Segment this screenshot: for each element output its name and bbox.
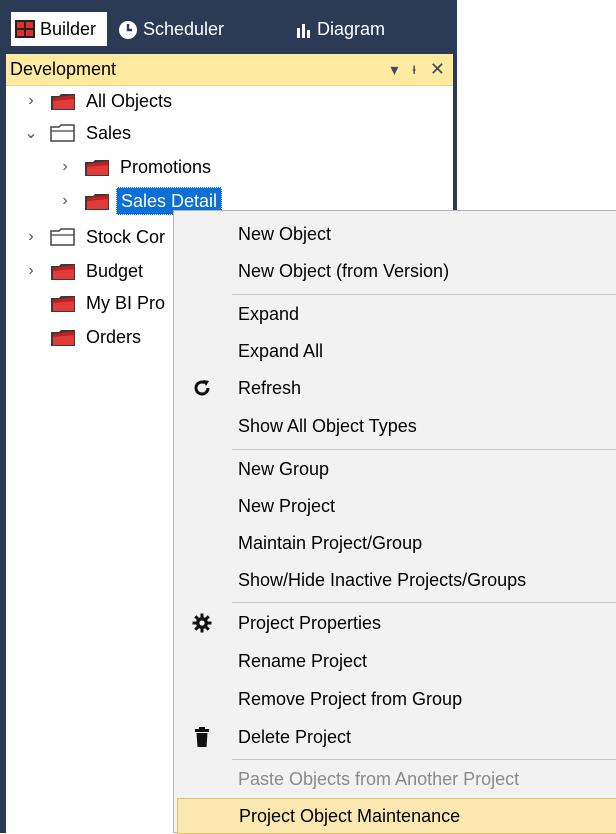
chevron-right-icon[interactable]: › (58, 192, 72, 210)
red-folder-icon (50, 293, 76, 313)
trash-icon (192, 727, 212, 747)
menu-item-project-properties[interactable]: Project Properties (174, 605, 616, 641)
red-folder-icon (50, 327, 76, 347)
pin-icon[interactable]: ᵻ (412, 61, 416, 79)
menu-separator (232, 449, 616, 450)
red-folder-icon (50, 91, 76, 111)
menu-separator (232, 602, 616, 603)
close-icon[interactable]: ✕ (430, 59, 445, 80)
tree-node-orders[interactable]: Orders (50, 322, 141, 352)
tree-node-label: Budget (86, 260, 144, 281)
tab-diagram[interactable]: Diagram (296, 13, 385, 46)
menu-item-paste-objects[interactable]: Paste Objects from Another Project (174, 761, 616, 797)
chevron-right-icon[interactable]: › (24, 228, 38, 246)
tree-node-sales[interactable]: ⌄ Sales (24, 118, 131, 148)
menu-item-rename-project[interactable]: Rename Project (174, 643, 616, 679)
menu-item-project-object-maintenance[interactable]: Project Object Maintenance (177, 798, 616, 834)
chevron-right-icon[interactable]: › (24, 262, 38, 280)
chevron-down-icon[interactable]: ⌄ (24, 123, 38, 143)
tab-label: Scheduler (143, 19, 225, 39)
bar-chart-icon (296, 22, 312, 38)
refresh-icon (192, 378, 212, 398)
pane-title: Development (10, 59, 117, 79)
menu-item-remove-project-from-group[interactable]: Remove Project from Group (174, 681, 616, 717)
menu-item-expand[interactable]: Expand (174, 296, 616, 332)
dropdown-arrow-icon[interactable]: ▾ (390, 60, 398, 80)
tree-node-promotions[interactable]: › Promotions (58, 152, 211, 182)
menu-item-show-all-object-types[interactable]: Show All Object Types (174, 408, 616, 444)
tree-node-all-objects[interactable]: › All Objects (24, 86, 172, 116)
tree-node-label: My BI Pro (86, 292, 166, 313)
tab-builder[interactable]: Builder (11, 12, 107, 46)
context-menu: New Object New Object (from Version) Exp… (173, 210, 616, 834)
red-folder-icon (50, 261, 76, 281)
menu-separator (232, 759, 616, 760)
tree-node-stock[interactable]: › Stock Cor (24, 222, 165, 252)
tree-node-label: Orders (86, 326, 142, 347)
red-folder-icon (84, 191, 110, 211)
tree-node-label: Stock Cor (86, 226, 166, 247)
chevron-right-icon[interactable]: › (58, 158, 72, 176)
red-folder-icon (84, 157, 110, 177)
pane-header: Development ▾ ᵻ ✕ (6, 54, 453, 86)
tab-label: Diagram (317, 19, 386, 39)
menu-item-maintain-project-group[interactable]: Maintain Project/Group (174, 525, 616, 561)
tab-scheduler[interactable]: Scheduler (118, 13, 224, 46)
tree-node-my-bi-project[interactable]: My BI Pro (50, 288, 165, 318)
menu-item-delete-project[interactable]: Delete Project (174, 719, 616, 755)
menu-item-new-project[interactable]: New Project (174, 488, 616, 524)
menu-item-new-object[interactable]: New Object (174, 216, 616, 252)
chevron-right-icon[interactable]: › (24, 92, 38, 110)
menu-item-expand-all[interactable]: Expand All (174, 333, 616, 369)
tree-node-label: Promotions (120, 156, 212, 177)
menu-item-show-hide-inactive[interactable]: Show/Hide Inactive Projects/Groups (174, 562, 616, 598)
menu-item-refresh[interactable]: Refresh (174, 370, 616, 406)
folder-icon (50, 123, 76, 143)
menu-item-new-object-from-version[interactable]: New Object (from Version) (174, 253, 616, 289)
menu-separator (232, 294, 616, 295)
menu-item-new-group[interactable]: New Group (174, 451, 616, 487)
clock-icon (118, 20, 138, 40)
tab-bar: Builder Scheduler Diagram (0, 0, 457, 48)
tab-label: Builder (40, 18, 97, 39)
tree-node-label: Sales (86, 122, 132, 143)
builder-icon (15, 20, 35, 38)
tree-node-budget[interactable]: › Budget (24, 256, 143, 286)
gear-icon (192, 613, 212, 633)
folder-icon (50, 227, 76, 247)
tree-node-label: All Objects (86, 90, 173, 111)
